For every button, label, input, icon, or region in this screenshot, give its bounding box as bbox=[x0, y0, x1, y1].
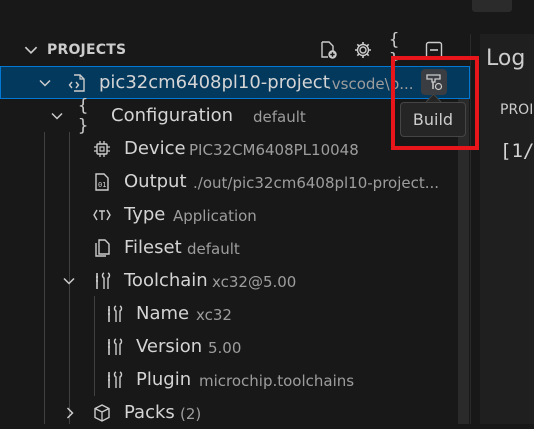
tools-icon bbox=[103, 336, 125, 358]
tree-item-label: Type bbox=[124, 204, 166, 225]
chevron-down-icon bbox=[51, 112, 63, 120]
binary-file-icon: 01 bbox=[91, 171, 113, 193]
tree-item-description: (2) bbox=[180, 405, 202, 423]
tree-item-toolchain[interactable]: Toolchain xc32@5.00 bbox=[0, 264, 470, 297]
tree-item-name[interactable]: Name xc32 bbox=[0, 297, 470, 330]
tree-item-label: Configuration bbox=[111, 105, 234, 126]
package-icon bbox=[91, 402, 113, 424]
tools-icon bbox=[103, 303, 125, 325]
type-icon bbox=[91, 204, 113, 226]
chevron-down-icon bbox=[22, 41, 40, 63]
tools-icon bbox=[103, 369, 125, 391]
tree-item-description: Application bbox=[173, 207, 257, 225]
project-file-icon bbox=[66, 72, 88, 94]
tree-item-description: microchip.toolchains bbox=[199, 372, 355, 390]
tree-item-description: xc32 bbox=[196, 306, 232, 324]
output-panel bbox=[480, 34, 534, 424]
braces-icon: { } bbox=[78, 96, 89, 136]
chip-icon bbox=[91, 138, 113, 160]
tree-item-output[interactable]: 01 Output ./out/pic32cm6408pl10-project.… bbox=[0, 165, 470, 198]
tree-item-label: Output bbox=[124, 171, 187, 192]
new-project-icon[interactable] bbox=[317, 39, 339, 61]
top-strip bbox=[0, 0, 534, 34]
tree-item-description: xc32@5.00 bbox=[212, 273, 297, 291]
chevron-right-icon bbox=[66, 407, 74, 419]
highlight-box bbox=[391, 56, 479, 150]
top-button[interactable] bbox=[472, 0, 512, 12]
svg-text:01: 01 bbox=[98, 181, 106, 189]
tree-item-label: Fileset bbox=[124, 237, 182, 258]
tree-item-packs[interactable]: Packs (2) bbox=[0, 396, 470, 429]
tree-item-label: Toolchain bbox=[124, 270, 208, 291]
tools-icon bbox=[91, 270, 113, 292]
section-title: PROJECTS bbox=[47, 42, 127, 58]
tree-item-plugin[interactable]: Plugin microchip.toolchains bbox=[0, 363, 470, 396]
chevron-down-icon bbox=[39, 79, 51, 87]
log-line: PROI bbox=[500, 102, 534, 118]
gear-icon[interactable] bbox=[352, 39, 374, 61]
tree-item-label: pic32cm6408pl10-project bbox=[99, 72, 330, 93]
tree-item-type[interactable]: Type Application bbox=[0, 198, 470, 231]
tree-item-label: Name bbox=[136, 303, 190, 324]
tree-item-label: Packs bbox=[124, 402, 175, 423]
log-line: [1/ bbox=[500, 140, 534, 162]
tree-item-fileset[interactable]: Fileset default bbox=[0, 231, 470, 264]
tree-item-description: default bbox=[253, 108, 306, 126]
tree-item-description: 5.00 bbox=[208, 339, 242, 357]
tree-item-label: Version bbox=[136, 336, 203, 357]
files-icon bbox=[91, 237, 113, 259]
tree-item-description: default bbox=[187, 240, 240, 258]
tree-item-description: ./out/pic32cm6408pl10-project... bbox=[193, 174, 440, 192]
chevron-down-icon bbox=[63, 277, 75, 285]
tree-item-version[interactable]: Version 5.00 bbox=[0, 330, 470, 363]
tree-item-label: Plugin bbox=[136, 369, 192, 390]
tree-item-label: Device bbox=[124, 138, 186, 159]
tab-log[interactable]: Log bbox=[486, 46, 525, 71]
tree-item-description: PIC32CM6408PL10048 bbox=[189, 141, 359, 159]
